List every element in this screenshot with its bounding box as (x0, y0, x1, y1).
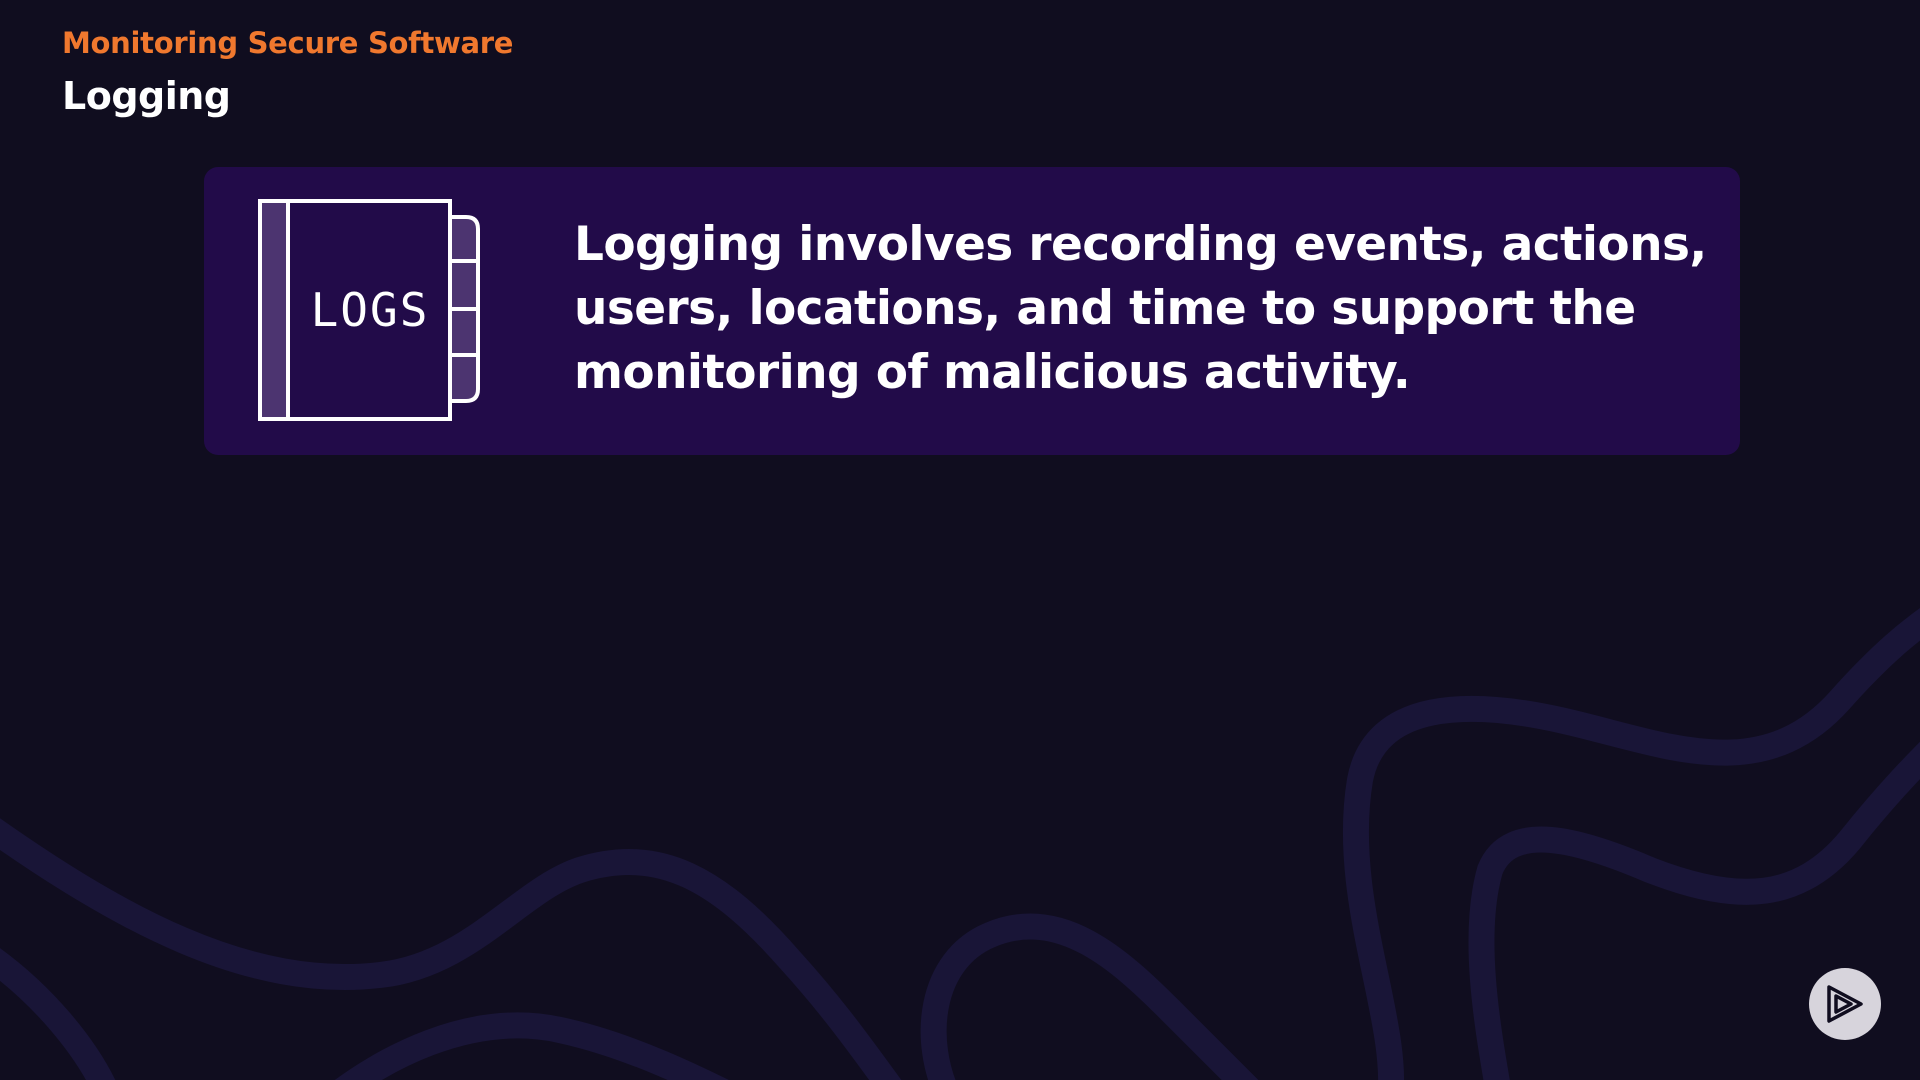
section-title: Logging (62, 74, 231, 118)
play-logo-button[interactable] (1809, 968, 1881, 1040)
course-title: Monitoring Secure Software (62, 26, 514, 60)
background-waves (0, 608, 1920, 1080)
logs-icon-label: LOGS (311, 283, 430, 337)
play-logo-icon (1827, 985, 1863, 1023)
definition-callout: LOGS Logging involves recording events, … (204, 167, 1740, 455)
slide-header: Monitoring Secure Software Logging (62, 22, 513, 122)
definition-text: Logging involves recording events, actio… (574, 217, 1707, 400)
logs-book-icon: LOGS (258, 199, 480, 421)
